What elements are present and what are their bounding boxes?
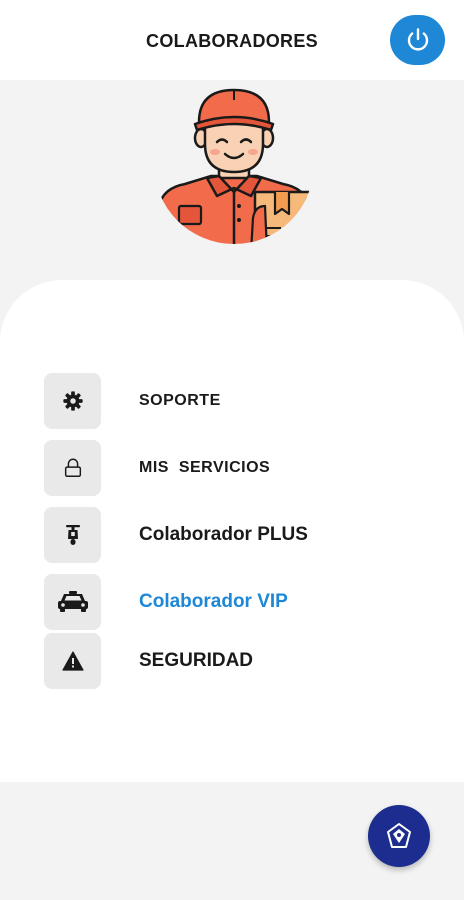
warning-icon xyxy=(61,651,84,671)
app-header: COLABORADORES xyxy=(0,0,464,80)
gear-icon xyxy=(62,391,83,411)
lock-icon xyxy=(64,458,81,477)
menu-item-seguridad[interactable]: SEGURIDAD xyxy=(44,633,424,689)
menu-item-soporte[interactable]: SOPORTE xyxy=(44,373,424,429)
menu-item-colaborador-plus[interactable]: Colaborador PLUS xyxy=(44,507,424,563)
menu-item-colaborador-vip[interactable]: Colaborador VIP xyxy=(44,574,424,630)
power-icon xyxy=(407,28,428,51)
menu-icon-container xyxy=(44,373,101,429)
menu-item-mis-servicios[interactable]: MIS SERVICIOS xyxy=(44,440,424,496)
menu-icon-container xyxy=(44,507,101,563)
menu-label-soporte: SOPORTE xyxy=(139,392,221,409)
menu-icon-container xyxy=(44,440,101,496)
menu-label-colaborador-vip: Colaborador VIP xyxy=(139,591,288,612)
car-icon xyxy=(57,591,88,612)
logout-button[interactable] xyxy=(390,15,445,65)
avatar xyxy=(155,88,313,244)
app-logo-fab[interactable] xyxy=(368,805,430,867)
menu-label-colaborador-plus: Colaborador PLUS xyxy=(139,524,308,545)
menu-icon-container xyxy=(44,633,101,689)
menu-icon-container xyxy=(44,574,101,630)
app-logo-icon xyxy=(387,823,411,848)
menu-label-mis-servicios: MIS SERVICIOS xyxy=(139,459,271,476)
scooter-icon xyxy=(65,525,80,545)
menu-label-seguridad: SEGURIDAD xyxy=(139,650,254,671)
